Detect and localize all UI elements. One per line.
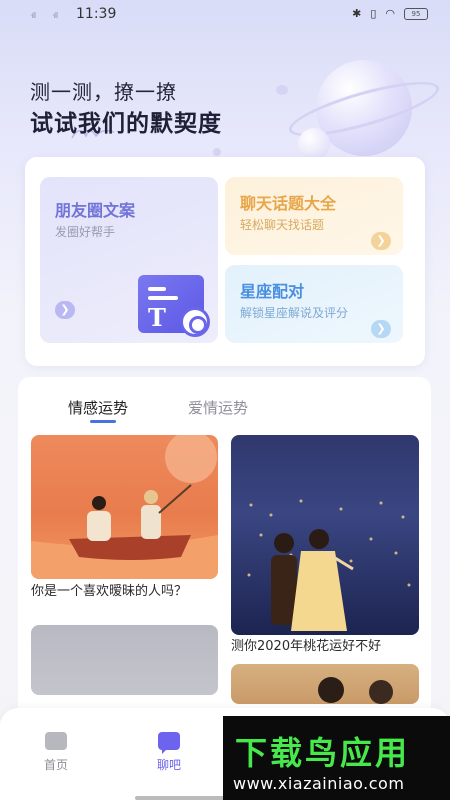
- tile-zodiac-match[interactable]: 星座配对 解锁星座解说及评分 ❯: [225, 265, 403, 343]
- text-scan-icon: T: [138, 275, 210, 337]
- feature-card: 朋友圈文案 发圈好帮手 ❯ T 聊天话题大全 轻松聊天找话题 ❯ 星座配对 解锁…: [25, 157, 425, 366]
- signal-icon-2: ·ıll: [52, 11, 58, 20]
- article-image-city[interactable]: [231, 435, 419, 635]
- article-image-4[interactable]: [231, 664, 419, 704]
- hero-title: 试试我们的默契度: [30, 111, 222, 137]
- signal-icon: ·ıll: [30, 11, 36, 20]
- article-image-3[interactable]: [31, 625, 218, 695]
- home-icon: [45, 732, 67, 750]
- wifi-icon: ◠: [385, 7, 395, 20]
- bluetooth-icon: ✱: [352, 7, 362, 20]
- arrow-right-icon[interactable]: ❯: [371, 232, 391, 250]
- watermark-url: www.xiazainiao.com: [233, 774, 405, 793]
- nav-home-label: 首页: [43, 758, 68, 772]
- tile-title: 聊天话题大全: [240, 194, 337, 213]
- decor-dot-2: [213, 148, 221, 156]
- status-time: 11:39: [76, 6, 117, 22]
- tile-title: 朋友圈文案: [55, 201, 136, 220]
- nav-chat[interactable]: 聊吧: [144, 732, 194, 773]
- vibrate-icon: ▯: [370, 7, 377, 20]
- tile-subtitle: 轻松聊天找话题: [240, 218, 325, 232]
- tab-indicator: [90, 420, 116, 423]
- decor-dot: [276, 85, 288, 95]
- tile-moments-copy[interactable]: 朋友圈文案 发圈好帮手 ❯ T: [40, 177, 218, 343]
- article-caption[interactable]: 你是一个喜欢暧昧的人吗？: [31, 583, 218, 600]
- arrow-right-icon[interactable]: ❯: [55, 301, 75, 319]
- watermark: 下载鸟应用 www.xiazainiao.com: [223, 716, 450, 800]
- watermark-title: 下载鸟应用: [235, 734, 411, 772]
- battery-icon: 95: [404, 7, 428, 20]
- fortune-feed: 情感运势 爱情运势 你是一个喜欢暧昧的人吗？ 测你2020年桃花运好不好: [18, 377, 431, 717]
- tile-chat-topics[interactable]: 聊天话题大全 轻松聊天找话题 ❯: [225, 177, 403, 255]
- moon-illustration: [298, 128, 330, 160]
- nav-home[interactable]: 首页: [31, 732, 81, 773]
- tile-title: 星座配对: [240, 282, 305, 301]
- nav-chat-label: 聊吧: [156, 758, 181, 772]
- status-bar: ·ıll ·ıll 11:39 ✱ ▯ ◠ 95: [0, 0, 450, 30]
- article-caption-2[interactable]: 测你2020年桃花运好不好: [231, 638, 426, 655]
- status-icons: ✱ ▯ ◠ 95: [352, 7, 428, 20]
- tab-emotion-fortune[interactable]: 情感运势: [68, 397, 128, 418]
- hero-subtitle: 测一测，撩一撩: [30, 80, 177, 104]
- tile-subtitle: 解锁星座解说及评分: [240, 306, 349, 320]
- chat-icon: [158, 732, 180, 754]
- arrow-right-icon[interactable]: ❯: [371, 320, 391, 338]
- tab-love-fortune[interactable]: 爱情运势: [188, 397, 248, 418]
- article-image-boat[interactable]: [31, 435, 218, 579]
- tile-subtitle: 发圈好帮手: [55, 225, 116, 239]
